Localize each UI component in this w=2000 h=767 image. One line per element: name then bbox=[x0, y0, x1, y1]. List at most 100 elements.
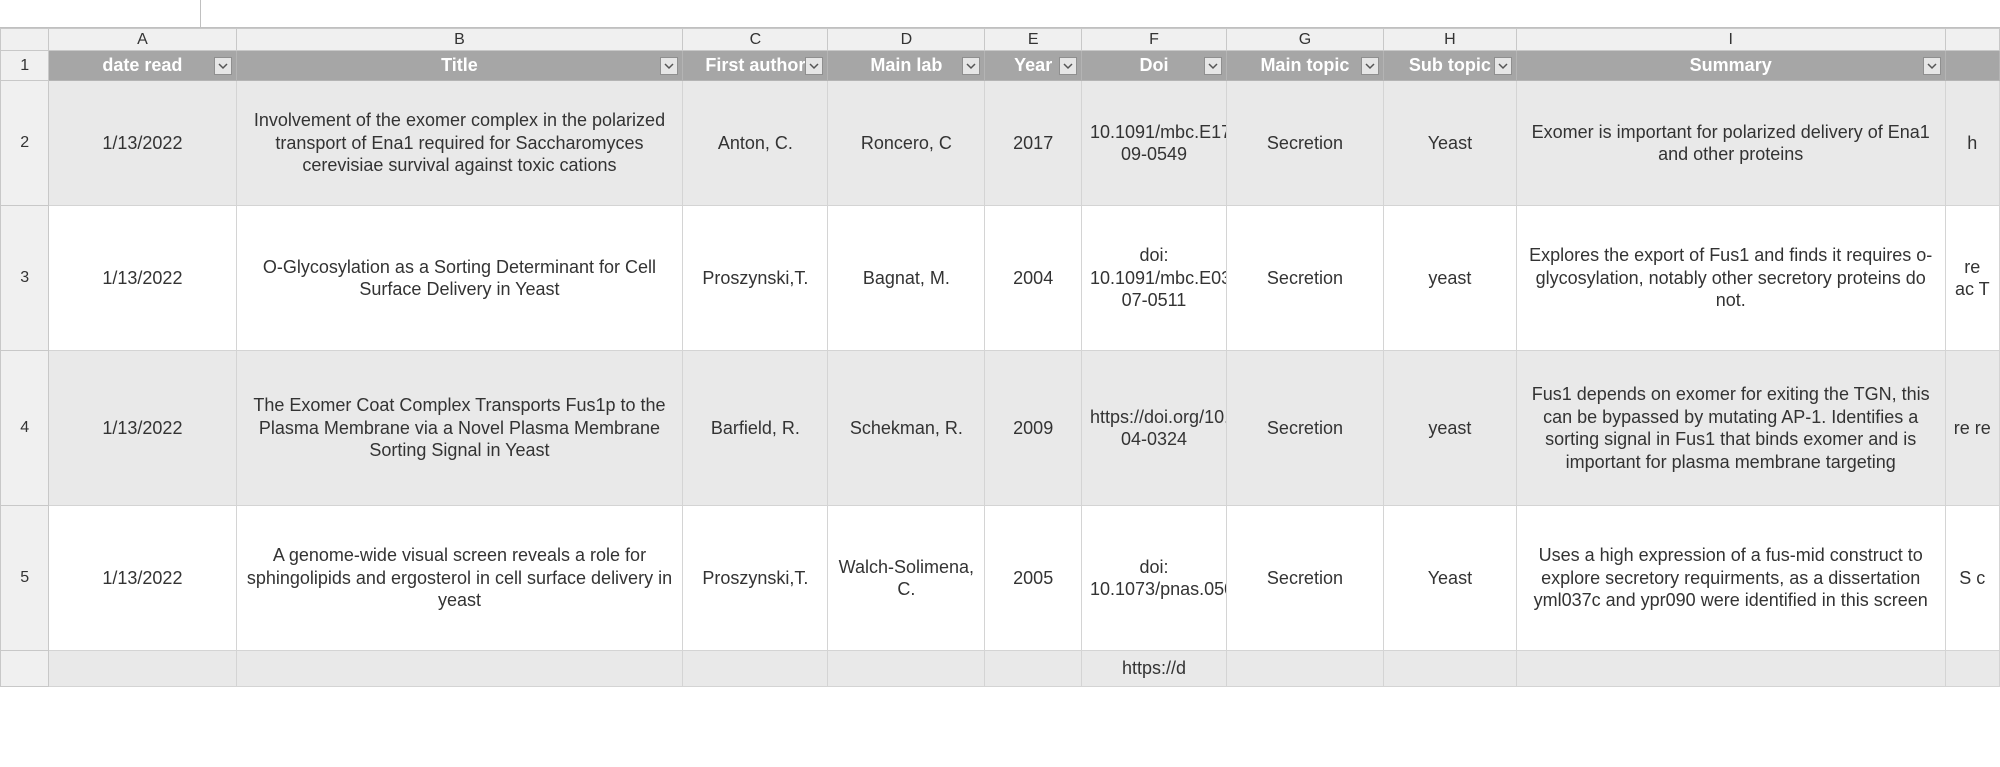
header-label: Summary bbox=[1690, 55, 1772, 75]
col-letter-E[interactable]: E bbox=[985, 29, 1082, 51]
col-letter-I[interactable]: I bbox=[1516, 29, 1945, 51]
cell-first-author[interactable] bbox=[683, 651, 828, 687]
row-number-4[interactable]: 4 bbox=[1, 351, 49, 506]
filter-button-title[interactable] bbox=[660, 57, 678, 75]
formula-input-area[interactable] bbox=[200, 0, 2000, 27]
header-sub-topic: Sub topic bbox=[1383, 51, 1516, 81]
cell-main-topic[interactable] bbox=[1226, 651, 1383, 687]
cell-date-read[interactable] bbox=[49, 651, 236, 687]
cell-doi[interactable]: doi: 10.1091/mbc.E03-07-0511 bbox=[1082, 206, 1227, 351]
cell-year[interactable] bbox=[985, 651, 1082, 687]
header-label: Doi bbox=[1139, 55, 1168, 75]
filter-button-summary[interactable] bbox=[1923, 57, 1941, 75]
chevron-down-icon bbox=[1365, 61, 1375, 71]
cell-summary[interactable]: Explores the export of Fus1 and finds it… bbox=[1516, 206, 1945, 351]
cell-year[interactable]: 2017 bbox=[985, 81, 1082, 206]
chevron-down-icon bbox=[664, 61, 674, 71]
col-letter-C[interactable]: C bbox=[683, 29, 828, 51]
header-label: Main lab bbox=[870, 55, 942, 75]
header-main-lab: Main lab bbox=[828, 51, 985, 81]
cell-first-author[interactable]: Anton, C. bbox=[683, 81, 828, 206]
row-number-2[interactable]: 2 bbox=[1, 81, 49, 206]
filter-button-main-topic[interactable] bbox=[1361, 57, 1379, 75]
cell-main-lab[interactable]: Roncero, C bbox=[828, 81, 985, 206]
chevron-down-icon bbox=[1063, 61, 1073, 71]
cell-summary[interactable]: Uses a high expression of a fus-mid cons… bbox=[1516, 506, 1945, 651]
row-number-6[interactable] bbox=[1, 651, 49, 687]
cell-next-col[interactable] bbox=[1945, 651, 1999, 687]
cell-doi[interactable]: 10.1091/mbc.E17-09-0549 bbox=[1082, 81, 1227, 206]
cell-date-read[interactable]: 1/13/2022 bbox=[49, 506, 236, 651]
col-letter-J[interactable] bbox=[1945, 29, 1999, 51]
row-number-1[interactable]: 1 bbox=[1, 51, 49, 81]
col-letter-D[interactable]: D bbox=[828, 29, 985, 51]
cell-year[interactable]: 2009 bbox=[985, 351, 1082, 506]
cell-summary[interactable]: Fus1 depends on exomer for exiting the T… bbox=[1516, 351, 1945, 506]
cell-summary[interactable] bbox=[1516, 651, 1945, 687]
chevron-down-icon bbox=[1498, 61, 1508, 71]
cell-title[interactable]: The Exomer Coat Complex Transports Fus1p… bbox=[236, 351, 683, 506]
cell-sub-topic[interactable]: Yeast bbox=[1383, 506, 1516, 651]
header-label: date read bbox=[102, 55, 182, 75]
cell-first-author[interactable]: Proszynski,T. bbox=[683, 206, 828, 351]
cell-first-author[interactable]: Proszynski,T. bbox=[683, 506, 828, 651]
spreadsheet-window: A B C D E F G H I 1 date read Title bbox=[0, 0, 2000, 767]
chevron-down-icon bbox=[1208, 61, 1218, 71]
name-box-input[interactable] bbox=[0, 0, 200, 27]
cell-year[interactable]: 2004 bbox=[985, 206, 1082, 351]
cell-main-lab[interactable]: Bagnat, M. bbox=[828, 206, 985, 351]
row-number-5[interactable]: 5 bbox=[1, 506, 49, 651]
cell-next-col[interactable]: re re bbox=[1945, 351, 1999, 506]
table-row: 4 1/13/2022 The Exomer Coat Complex Tran… bbox=[1, 351, 2000, 506]
cell-date-read[interactable]: 1/13/2022 bbox=[49, 206, 236, 351]
cell-main-topic[interactable]: Secretion bbox=[1226, 351, 1383, 506]
cell-summary[interactable]: Exomer is important for polarized delive… bbox=[1516, 81, 1945, 206]
cell-doi[interactable]: https://doi.org/10.1091/mbc.e09-04-0324 bbox=[1082, 351, 1227, 506]
filter-button-sub-topic[interactable] bbox=[1494, 57, 1512, 75]
header-year: Year bbox=[985, 51, 1082, 81]
header-label: Year bbox=[1014, 55, 1052, 75]
cell-main-topic[interactable]: Secretion bbox=[1226, 506, 1383, 651]
cell-title[interactable]: O-Glycosylation as a Sorting Determinant… bbox=[236, 206, 683, 351]
cell-sub-topic[interactable]: Yeast bbox=[1383, 81, 1516, 206]
cell-sub-topic[interactable]: yeast bbox=[1383, 351, 1516, 506]
col-letter-B[interactable]: B bbox=[236, 29, 683, 51]
table-row: https://d bbox=[1, 651, 2000, 687]
col-letter-G[interactable]: G bbox=[1226, 29, 1383, 51]
cell-main-topic[interactable]: Secretion bbox=[1226, 81, 1383, 206]
table-row: 2 1/13/2022 Involvement of the exomer co… bbox=[1, 81, 2000, 206]
cell-next-col[interactable]: S c bbox=[1945, 506, 1999, 651]
filter-button-first-author[interactable] bbox=[805, 57, 823, 75]
cell-title[interactable]: Involvement of the exomer complex in the… bbox=[236, 81, 683, 206]
col-letter-A[interactable]: A bbox=[49, 29, 236, 51]
cell-doi[interactable]: doi: 10.1073/pnas.0509107102 bbox=[1082, 506, 1227, 651]
cell-main-lab[interactable]: Walch-Solimena, C. bbox=[828, 506, 985, 651]
cell-main-lab[interactable] bbox=[828, 651, 985, 687]
row-number-3[interactable]: 3 bbox=[1, 206, 49, 351]
header-label: Main topic bbox=[1260, 55, 1349, 75]
cell-year[interactable]: 2005 bbox=[985, 506, 1082, 651]
cell-doi[interactable]: https://d bbox=[1082, 651, 1227, 687]
col-letter-F[interactable]: F bbox=[1082, 29, 1227, 51]
header-label: Sub topic bbox=[1409, 55, 1491, 75]
cell-main-lab[interactable]: Schekman, R. bbox=[828, 351, 985, 506]
select-all-corner[interactable] bbox=[1, 29, 49, 51]
cell-title[interactable] bbox=[236, 651, 683, 687]
cell-date-read[interactable]: 1/13/2022 bbox=[49, 81, 236, 206]
col-letter-H[interactable]: H bbox=[1383, 29, 1516, 51]
cell-next-col[interactable]: re ac T bbox=[1945, 206, 1999, 351]
filter-button-date-read[interactable] bbox=[214, 57, 232, 75]
cell-main-topic[interactable]: Secretion bbox=[1226, 206, 1383, 351]
cell-next-col[interactable]: h bbox=[1945, 81, 1999, 206]
filter-button-year[interactable] bbox=[1059, 57, 1077, 75]
filter-button-main-lab[interactable] bbox=[962, 57, 980, 75]
cell-sub-topic[interactable] bbox=[1383, 651, 1516, 687]
filter-button-doi[interactable] bbox=[1204, 57, 1222, 75]
chevron-down-icon bbox=[218, 61, 228, 71]
cell-date-read[interactable]: 1/13/2022 bbox=[49, 351, 236, 506]
cell-title[interactable]: A genome-wide visual screen reveals a ro… bbox=[236, 506, 683, 651]
header-next-col bbox=[1945, 51, 1999, 81]
cell-first-author[interactable]: Barfield, R. bbox=[683, 351, 828, 506]
spreadsheet-grid: A B C D E F G H I 1 date read Title bbox=[0, 28, 2000, 687]
cell-sub-topic[interactable]: yeast bbox=[1383, 206, 1516, 351]
